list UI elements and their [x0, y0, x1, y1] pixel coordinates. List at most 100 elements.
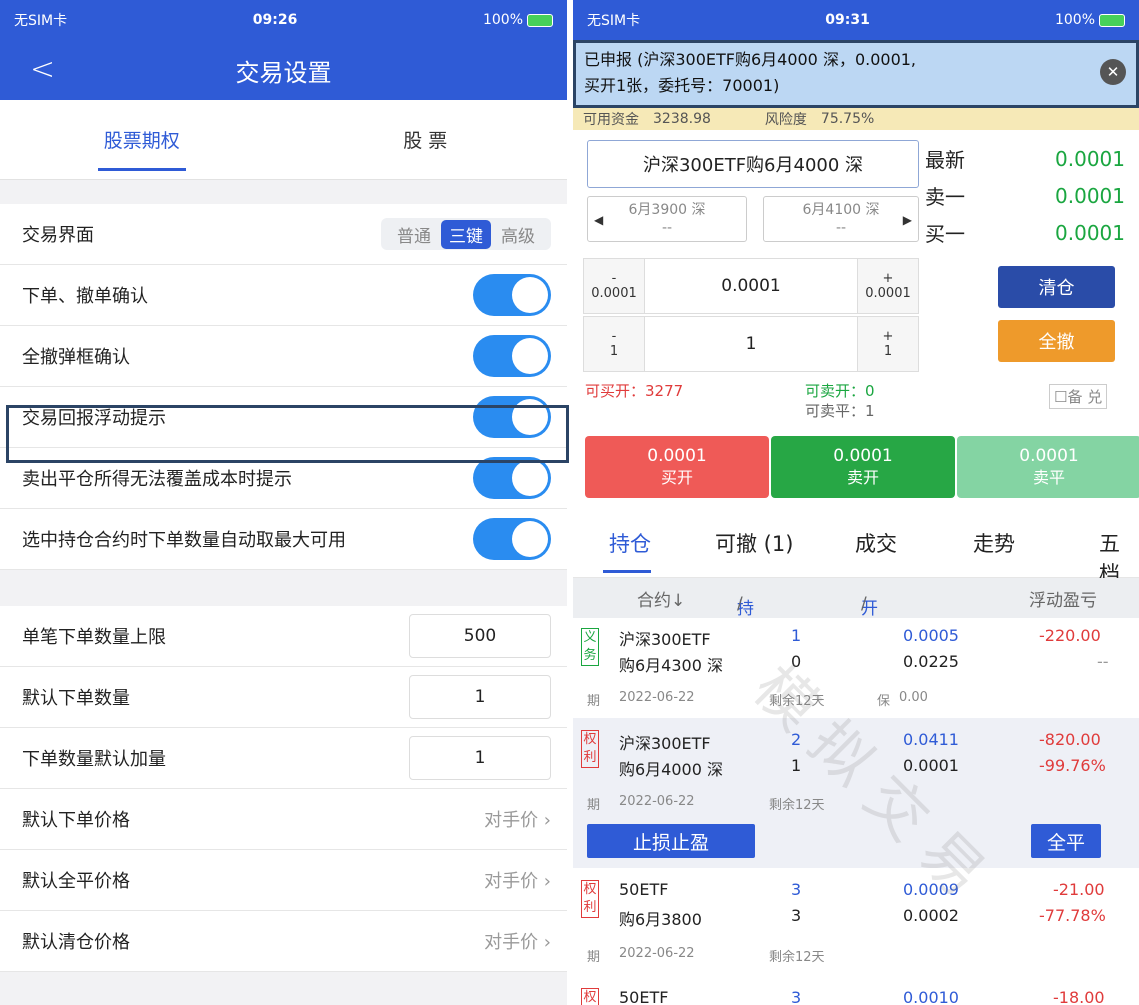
- right-tag: 权利: [581, 730, 599, 768]
- clock: 09:26: [252, 12, 298, 28]
- clear-position-button[interactable]: 清仓: [998, 266, 1115, 308]
- col-contract: 合约↓: [637, 591, 686, 611]
- clock: 09:31: [825, 12, 870, 28]
- settings-tabs: 股票期权 股 票: [0, 100, 567, 180]
- price-input[interactable]: 0.0001: [644, 259, 858, 313]
- close-icon[interactable]: ✕: [1100, 59, 1126, 85]
- trade-report-toast: 已申报 (沪深300ETF购6月4000 深，0.0001, 买开1张，委托号：…: [573, 40, 1139, 108]
- sell-close-avail: 可卖平：1: [805, 402, 875, 420]
- row-label: 默认清仓价格: [22, 932, 130, 953]
- qty-input[interactable]: 1: [644, 317, 858, 371]
- qty-minus-button[interactable]: -1: [584, 317, 644, 371]
- sell-close-button[interactable]: 0.0001 卖平: [957, 436, 1139, 498]
- quote-label: 最新: [925, 148, 965, 172]
- max-qty-input[interactable]: 500: [409, 614, 551, 658]
- table-row[interactable]: 义务 沪深300ETF 购6月4300 深 1 0 0.0005 0.0225 …: [573, 618, 1139, 718]
- chevron-right-icon: ›: [538, 932, 551, 953]
- row-default-close-price[interactable]: 默认全平价格 对手价 ›: [0, 850, 567, 911]
- right-tag: 权利: [581, 880, 599, 918]
- row-label: 默认全平价格: [22, 871, 130, 892]
- auto-max-toggle[interactable]: [473, 518, 551, 560]
- qty-plus-button[interactable]: +1: [858, 317, 918, 371]
- buy-open-button[interactable]: 0.0001 买开: [585, 436, 769, 498]
- cancel-all-button[interactable]: 全撤: [998, 320, 1115, 362]
- seg-advanced[interactable]: 高级: [491, 222, 545, 247]
- covered-checkbox[interactable]: ☐备 兑: [1049, 384, 1108, 409]
- status-bar: 无SIM卡 09:26 100%: [0, 0, 567, 40]
- battery-indicator: 100%: [1055, 12, 1125, 28]
- prev-contract-button[interactable]: ◀ 6月3900 深 --: [587, 196, 747, 242]
- float-report-toggle[interactable]: [473, 396, 551, 438]
- tab-stock[interactable]: 股 票: [284, 100, 568, 179]
- qty-stepper: -1 1 +1: [583, 316, 919, 372]
- tab-fills[interactable]: 成交: [855, 528, 897, 558]
- toast-line1: 已申报 (沪深300ETF购6月4000 深，0.0001,: [584, 50, 917, 69]
- table-row[interactable]: 权 50ETF 3 0.0010 -18.00: [573, 978, 1139, 1005]
- default-price-value: 对手价: [484, 810, 539, 831]
- row-label: 卖出平仓所得无法覆盖成本时提示: [22, 469, 292, 490]
- row-label: 全撤弹框确认: [22, 347, 130, 368]
- seg-normal[interactable]: 普通: [387, 222, 441, 247]
- back-icon[interactable]: <: [30, 52, 55, 87]
- fund-label: 可用资金: [583, 112, 639, 128]
- next-contract-button[interactable]: ▶ 6月4100 深 --: [763, 196, 919, 242]
- stop-loss-profit-button[interactable]: 止损止盈: [587, 824, 755, 858]
- table-row[interactable]: 权利 50ETF 购6月3800 3 3 0.0009 0.0002 -21.0…: [573, 868, 1139, 978]
- row-max-qty: 单笔下单数量上限 500: [0, 606, 567, 667]
- row-trade-ui: 交易界面 普通 三键 高级: [0, 204, 567, 265]
- settings-screen: 无SIM卡 09:26 100% < 交易设置 股票期权 股 票 交易界面 普通…: [0, 0, 567, 1005]
- tab-positions[interactable]: 持仓: [609, 528, 651, 558]
- right-tag: 权: [581, 988, 599, 1005]
- row-label: 交易回报浮动提示: [22, 408, 166, 429]
- price-plus-button[interactable]: +0.0001: [858, 259, 918, 313]
- row-label: 下单数量默认加量: [22, 749, 166, 770]
- quote-value: 0.0001: [1055, 220, 1125, 245]
- order-confirm-toggle[interactable]: [473, 274, 551, 316]
- quote-label: 买一: [925, 222, 965, 246]
- trade-ui-segment[interactable]: 普通 三键 高级: [381, 218, 551, 250]
- page-title: 交易设置: [235, 58, 332, 87]
- quote-value: 0.0001: [1055, 146, 1125, 171]
- row-label: 下单、撤单确认: [22, 286, 148, 307]
- sell-open-button[interactable]: 0.0001 卖开: [771, 436, 955, 498]
- price-minus-button[interactable]: -0.0001: [584, 259, 644, 313]
- triangle-right-icon: ▶: [902, 213, 912, 227]
- row-cancel-all-confirm: 全撤弹框确认: [0, 326, 567, 387]
- nav-bar: < 交易设置: [0, 40, 567, 100]
- tab-stock-options[interactable]: 股票期权: [0, 100, 284, 179]
- table-row[interactable]: 权利 沪深300ETF 购6月4000 深 2 1 0.0411 0.0001 …: [573, 718, 1139, 868]
- default-clear-price-value: 对手价: [484, 932, 539, 953]
- trade-screen: 无SIM卡 09:31 100% 已申报 (沪深300ETF购6月4000 深，…: [573, 0, 1139, 1005]
- row-label: 选中持仓合约时下单数量自动取最大可用: [22, 530, 346, 551]
- battery-indicator: 100%: [483, 12, 553, 28]
- quote-label: 卖一: [925, 185, 965, 209]
- chevron-right-icon: ›: [538, 810, 551, 831]
- close-all-button[interactable]: 全平: [1031, 824, 1101, 858]
- risk-label: 风险度: [764, 112, 807, 128]
- default-qty-input[interactable]: 1: [409, 675, 551, 719]
- carrier-label: 无SIM卡: [587, 13, 641, 29]
- sell-open-avail: 可卖开：0: [805, 382, 875, 400]
- row-default-price[interactable]: 默认下单价格 对手价 ›: [0, 789, 567, 850]
- sell-cost-warn-toggle[interactable]: [473, 457, 551, 499]
- buy-open-avail: 可买开：3277: [585, 382, 684, 400]
- tab-trend[interactable]: 走势: [973, 528, 1015, 558]
- row-label: 单笔下单数量上限: [22, 627, 166, 648]
- battery-icon: [527, 13, 553, 27]
- row-sell-cost-warn: 卖出平仓所得无法覆盖成本时提示: [0, 448, 567, 509]
- row-auto-max: 选中持仓合约时下单数量自动取最大可用: [0, 509, 567, 570]
- fund-bar: 可用资金 3238.98 风险度 75.75%: [573, 108, 1139, 130]
- contract-selector[interactable]: 沪深300ETF购6月4000 深: [587, 140, 919, 188]
- positions-header: 合约↓ 持仓/可用 开仓价/现价 浮动盈亏: [573, 578, 1139, 669]
- row-float-report: 交易回报浮动提示: [0, 387, 567, 448]
- row-default-clear-price[interactable]: 默认清仓价格 对手价 ›: [0, 911, 567, 972]
- row-label: 默认下单价格: [22, 810, 130, 831]
- risk-value: 75.75%: [820, 111, 875, 127]
- quote-panel: 最新 0.0001 卖一 0.0001 买一 0.0001: [925, 140, 1125, 251]
- qty-step-input[interactable]: 1: [409, 736, 551, 780]
- tab-cancelable[interactable]: 可撤 (1): [715, 528, 793, 558]
- seg-three-key[interactable]: 三键: [441, 219, 491, 249]
- row-qty-step: 下单数量默认加量 1: [0, 728, 567, 789]
- carrier-label: 无SIM卡: [14, 13, 68, 29]
- cancel-all-confirm-toggle[interactable]: [473, 335, 551, 377]
